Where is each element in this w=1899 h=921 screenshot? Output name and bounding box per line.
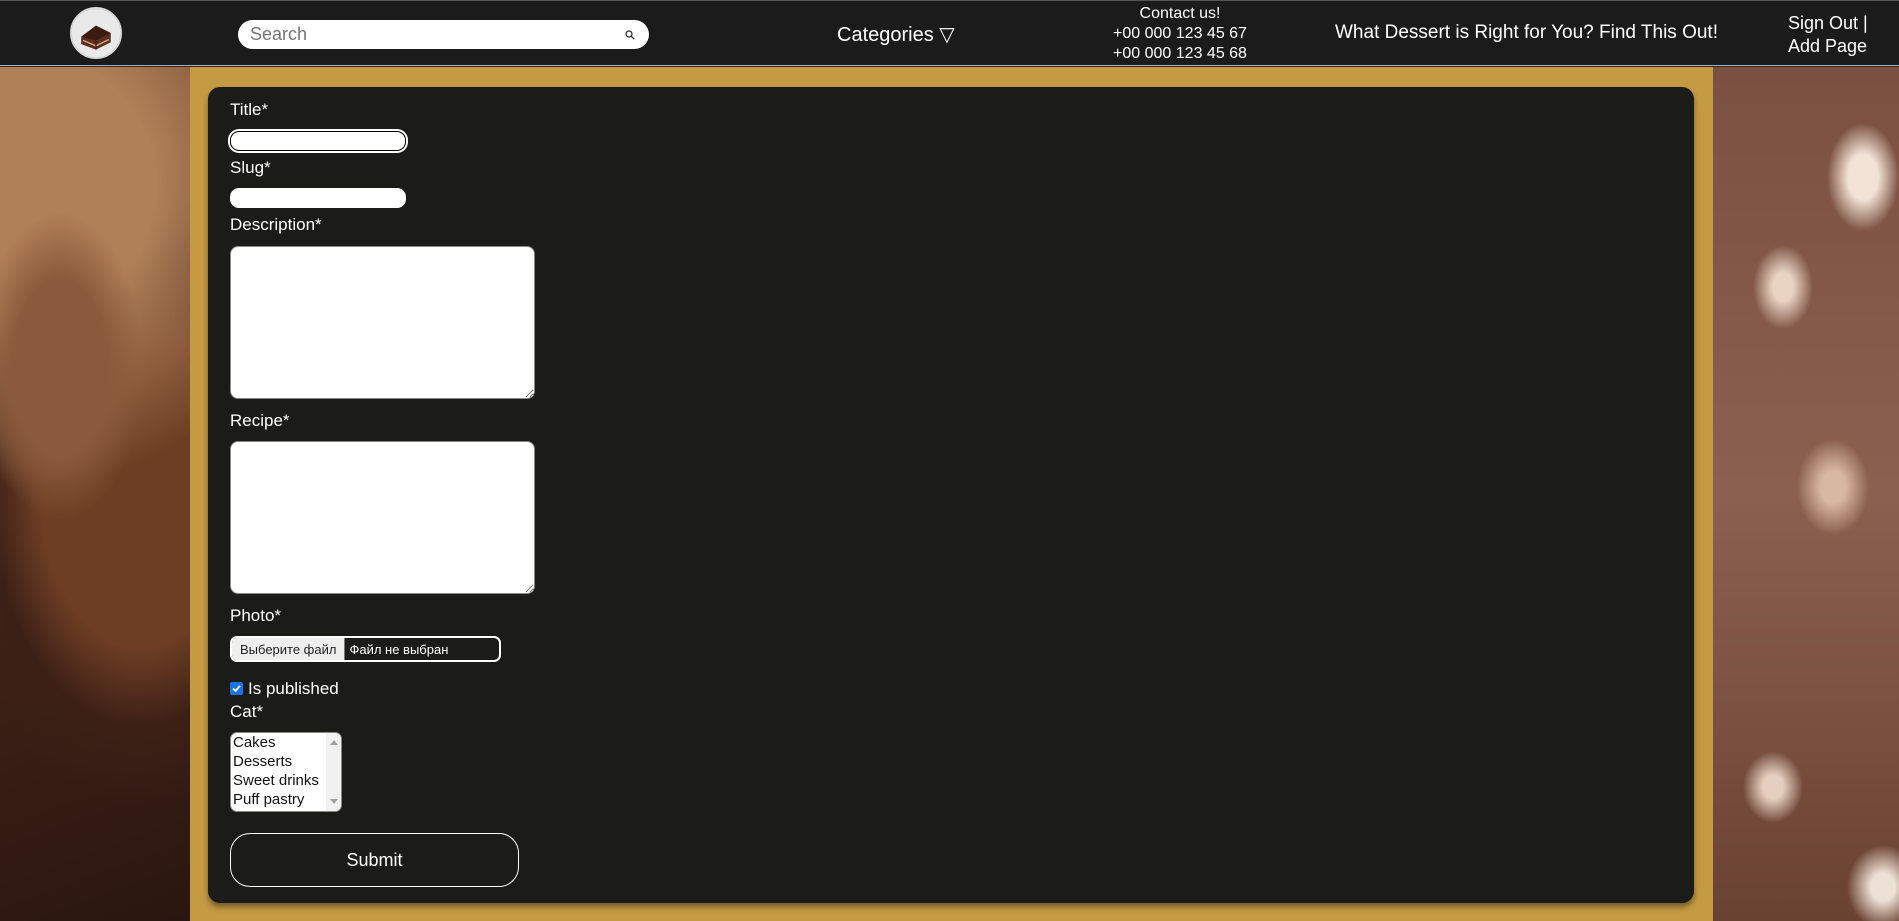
scroll-down-arrow-icon[interactable] (330, 799, 338, 804)
category-option[interactable]: Puff pastry (231, 790, 341, 809)
scroll-up-arrow-icon[interactable] (330, 740, 338, 745)
search-icon[interactable] (625, 30, 635, 40)
add-page-link[interactable]: Add Page (1788, 36, 1867, 56)
title-input[interactable] (230, 131, 406, 151)
contact-phone-1[interactable]: +00 000 123 45 67 (1090, 24, 1270, 44)
background-image-right (1713, 67, 1899, 921)
contact-phone-2[interactable]: +00 000 123 45 68 (1090, 44, 1270, 64)
category-select[interactable]: Cakes Desserts Sweet drinks Puff pastry (230, 732, 342, 812)
cat-label: Cat* (230, 702, 264, 721)
is-published-checkbox[interactable] (230, 682, 243, 695)
search-box (238, 20, 649, 49)
contact-title: Contact us! (1139, 5, 1221, 22)
search-input[interactable] (238, 20, 649, 49)
recipe-textarea[interactable] (230, 441, 535, 594)
auth-links: Sign Out | Add Page (1788, 12, 1868, 58)
description-label: Description* (230, 215, 322, 234)
description-textarea[interactable] (230, 246, 535, 399)
recipe-label: Recipe* (230, 411, 290, 430)
site-header: Categories ▽ Contact us! +00 000 123 45 … (0, 0, 1899, 66)
title-label: Title* (230, 100, 269, 119)
category-option[interactable]: Sweet drinks (231, 771, 341, 790)
sign-out-link[interactable]: Sign Out | (1788, 13, 1868, 33)
slug-label: Slug* (230, 158, 271, 177)
background-image-left (0, 67, 190, 921)
dessert-quiz-link[interactable]: What Dessert is Right for You? Find This… (1335, 22, 1718, 44)
choose-file-button[interactable]: Выберите файл (232, 638, 346, 660)
select-scrollbar[interactable] (326, 733, 341, 811)
photo-file-input[interactable]: Выберите файл Файл не выбран (230, 636, 501, 662)
slug-input[interactable] (230, 188, 406, 208)
categories-dropdown[interactable]: Categories ▽ (837, 22, 955, 47)
photo-label: Photo* (230, 606, 282, 625)
category-option[interactable]: Cakes (231, 733, 341, 752)
contact-info: Contact us! +00 000 123 45 67 +00 000 12… (1090, 4, 1270, 64)
file-status-text: Файл не выбран (349, 641, 449, 657)
checkmark-icon (232, 685, 241, 693)
logo-cake-icon[interactable] (70, 7, 122, 59)
is-published-label: Is published (248, 679, 339, 698)
category-option[interactable]: Desserts (231, 752, 341, 771)
submit-button[interactable]: Submit (230, 833, 519, 887)
